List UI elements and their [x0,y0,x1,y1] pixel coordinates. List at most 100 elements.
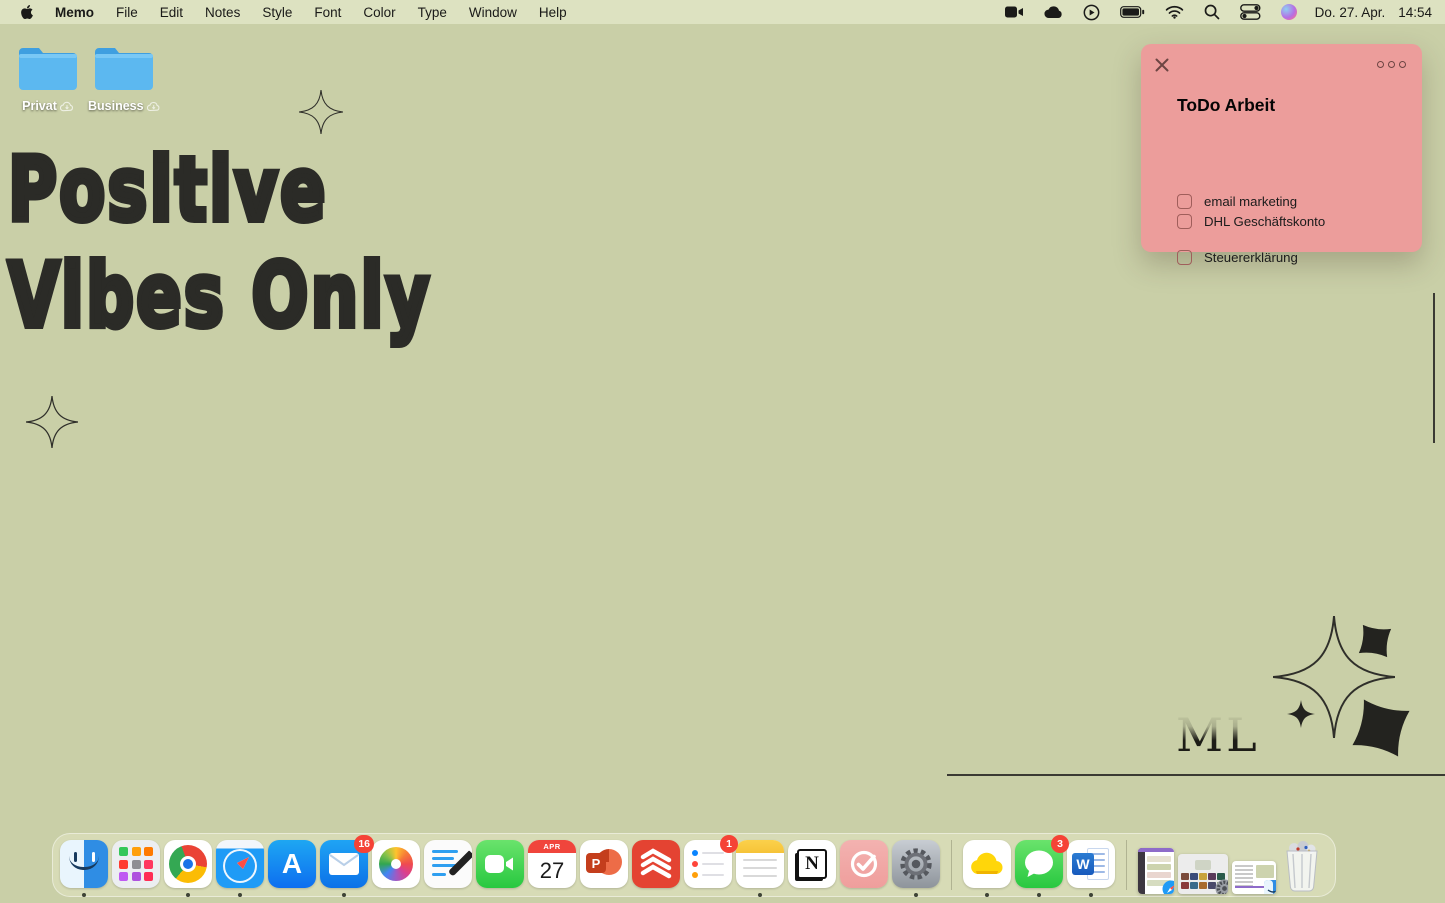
dock-minimized-finder-window[interactable] [1232,861,1276,894]
note-todo-label: DHL Geschäftskonto [1204,214,1325,229]
dock-chrome[interactable] [164,840,212,896]
dock-word[interactable]: W [1067,840,1115,896]
video-camera-icon[interactable] [995,0,1034,24]
running-indicator [186,893,190,897]
menu-style[interactable]: Style [251,0,303,24]
messages-badge: 3 [1051,835,1069,853]
running-indicator [1037,893,1041,897]
battery-icon[interactable] [1110,0,1155,24]
dock-safari[interactable] [216,840,264,896]
pink-check-icon [840,840,888,888]
desktop-folder-privat[interactable]: Privat [12,42,84,113]
appstore-icon: A [268,840,316,888]
dock-powerpoint[interactable]: P [580,840,628,896]
note-close-icon[interactable] [1154,57,1170,73]
note-todo-row: Steuererklärung [1177,250,1298,265]
calendar-month: APR [528,840,576,853]
play-status-icon[interactable] [1073,0,1110,24]
menu-notes[interactable]: Notes [194,0,251,24]
control-center-icon[interactable] [1230,0,1271,24]
notes-icon [736,840,784,888]
sticky-note-window[interactable]: ToDo Arbeit email marketing DHL Geschäft… [1141,44,1422,252]
notion-icon: N [788,840,836,888]
menubar-clock[interactable]: Do. 27. Apr. 14:54 [1307,5,1432,20]
dock: A 16 APR 27 P [52,833,1336,897]
apple-menu-icon[interactable] [12,4,44,20]
dock-todo-pink-app[interactable] [840,840,888,896]
sparkle-outline-top [299,90,343,134]
wallpaper-headline-line2: Vibes Only [8,252,432,340]
desktop-folder-business[interactable]: Business [88,42,160,113]
quad-star-big [1347,694,1415,762]
folder-label: Privat [22,99,57,113]
note-pen-icon [424,840,472,888]
note-more-menu-icon[interactable] [1377,61,1406,68]
mail-badge: 16 [354,835,374,853]
menu-app-name[interactable]: Memo [44,0,105,24]
note-title: ToDo Arbeit [1177,95,1275,116]
sparkle-filled-small [1287,700,1315,728]
dock-launchpad[interactable] [112,840,160,896]
dock-finder[interactable] [60,840,108,896]
finder-icon [60,840,108,888]
finder-mini-icon [1264,880,1276,894]
trash-full-icon [1280,840,1324,892]
note-checkbox[interactable] [1177,194,1192,209]
running-indicator [985,893,989,897]
dock-notes[interactable] [736,840,784,896]
dock-system-settings[interactable] [892,840,940,896]
yellow-cloud-icon [963,840,1011,888]
menubar-time: 14:54 [1398,5,1432,20]
note-checkbox[interactable] [1177,214,1192,229]
wallpaper-ml-logo: ML [1176,708,1260,762]
dock-reminders[interactable]: 1 [684,840,732,896]
folder-icon [19,42,77,92]
menu-help[interactable]: Help [528,0,578,24]
siri-icon[interactable] [1271,0,1307,24]
dock-photos[interactable] [372,840,420,896]
dock-trash[interactable] [1280,840,1328,896]
menu-edit[interactable]: Edit [149,0,194,24]
running-indicator [914,893,918,897]
dock-separator [951,840,952,890]
menubar-date: Do. 27. Apr. [1315,5,1386,20]
wallpaper-headline-line1: Positive [8,146,328,234]
dock-minimized-settings-window[interactable] [1178,854,1228,894]
menu-font[interactable]: Font [303,0,352,24]
spotlight-search-icon[interactable] [1194,0,1230,24]
wifi-icon[interactable] [1155,0,1194,24]
note-checkbox[interactable] [1177,250,1192,265]
reminders-badge: 1 [720,835,738,853]
dock-appstore[interactable]: A [268,840,316,896]
facetime-icon [476,840,524,888]
cloud-status-icon[interactable] [1034,0,1073,24]
dock-todoist[interactable] [632,840,680,896]
menu-color[interactable]: Color [352,0,406,24]
menu-window[interactable]: Window [458,0,528,24]
menu-type[interactable]: Type [407,0,458,24]
dock-facetime[interactable] [476,840,524,896]
dock-cloud-app[interactable] [963,840,1011,896]
note-todo-label: email marketing [1204,194,1297,209]
safari-mini-icon [1162,880,1174,894]
gear-icon [892,840,940,888]
sparkle-outline-left [26,396,78,448]
running-indicator [1089,893,1093,897]
dock-note-taking-app[interactable] [424,840,472,896]
icloud-download-icon [147,101,160,112]
dock-calendar[interactable]: APR 27 [528,840,576,896]
dock-minimized-safari-window[interactable] [1138,848,1174,894]
decor-horizontal-line [947,774,1445,776]
powerpoint-icon: P [580,840,628,888]
dock-mail[interactable]: 16 [320,840,368,896]
running-indicator [82,893,86,897]
dock-notion[interactable]: N [788,840,836,896]
chrome-icon [164,840,212,888]
settings-mini-icon [1215,879,1228,894]
folder-icon [95,42,153,92]
calendar-icon: APR 27 [528,840,576,888]
word-icon: W [1067,840,1115,888]
dock-messages[interactable]: 3 [1015,840,1063,896]
running-indicator [238,893,242,897]
menu-file[interactable]: File [105,0,149,24]
